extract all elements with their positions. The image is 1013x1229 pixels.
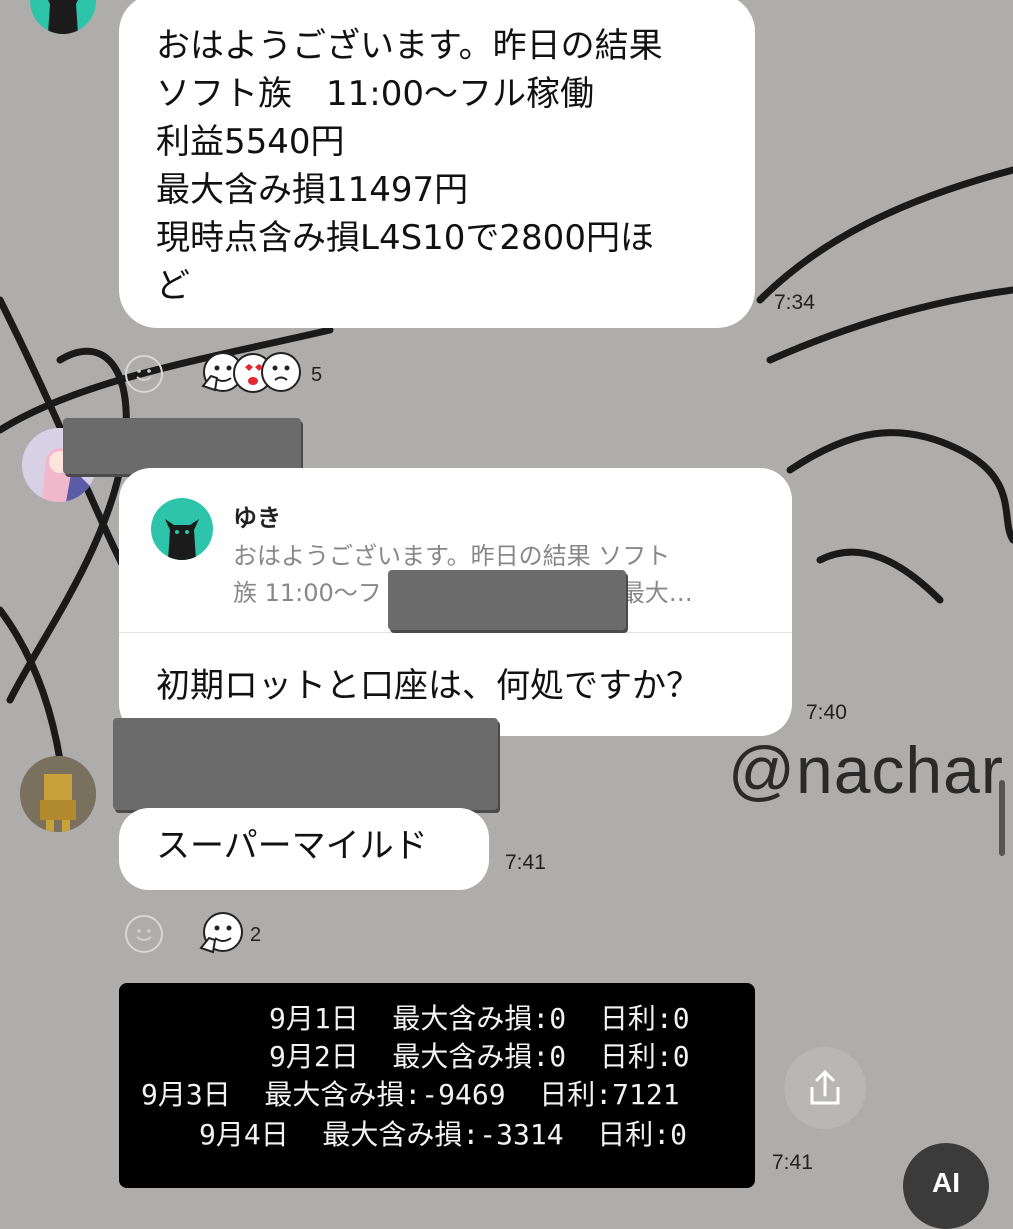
thumbs-up-sticker-icon xyxy=(199,912,243,954)
message-time-3: 7:41 xyxy=(505,851,546,874)
smiley-outline-icon xyxy=(136,929,152,941)
message-text-1: おはようございます。昨日の結果 ソフト族 11:00〜フル稼働 利益5540円 … xyxy=(156,26,663,306)
smiley-outline-icon xyxy=(136,369,152,381)
message-bubble-3[interactable]: スーパーマイルド xyxy=(119,808,489,890)
ai-button[interactable]: AI xyxy=(903,1143,989,1229)
reaction-count-3: 2 xyxy=(250,924,262,946)
image-line-1: 9月1日 最大含み損:0 日利:0 xyxy=(269,1002,690,1035)
reply-divider xyxy=(119,632,792,633)
message-text-2: 初期ロットと口座は、何処ですか？ xyxy=(156,666,700,706)
image-line-4: 9月4日 最大含み損:-3314 日利:0 xyxy=(199,1118,688,1151)
avatar-user-3[interactable] xyxy=(20,756,96,832)
cat-icon xyxy=(165,519,199,560)
scrollbar-thumb[interactable] xyxy=(999,780,1005,856)
reaction-stickers-1[interactable] xyxy=(195,350,305,398)
message-time-1: 7:34 xyxy=(774,291,815,314)
reaction-count-1: 5 xyxy=(311,364,323,386)
message-time-2: 7:40 xyxy=(806,701,847,724)
message-bubble-1[interactable]: おはようございます。昨日の結果 ソフト族 11:00〜フル稼働 利益5540円 … xyxy=(119,0,755,328)
image-line-3: 9月3日 最大含み損:-9469 日利:7121 xyxy=(141,1078,680,1111)
add-reaction-button-1[interactable] xyxy=(125,355,163,393)
reply-avatar-yuki xyxy=(151,498,213,560)
message-text-3: スーパーマイルド xyxy=(156,826,428,866)
watermark-text: @nachar xyxy=(728,733,1004,807)
cropped-top-line xyxy=(149,983,739,993)
share-icon xyxy=(810,1069,840,1105)
redacted-username-3 xyxy=(113,718,498,810)
reaction-stickers-3[interactable] xyxy=(195,910,247,958)
reply-sender-name: ゆき xyxy=(233,504,281,532)
share-button[interactable] xyxy=(784,1047,866,1129)
redacted-username-2 xyxy=(63,418,301,474)
redacted-reply-text xyxy=(388,570,626,630)
image-line-2: 9月2日 最大含み損:0 日利:0 xyxy=(269,1040,690,1073)
robot-figure-avatar-icon xyxy=(20,756,96,832)
sticker-faces-icon xyxy=(201,352,301,393)
message-time-4: 7:41 xyxy=(772,1151,813,1174)
image-message-screenshot[interactable]: 9月1日 最大含み損:0 日利:0 9月2日 最大含み損:0 日利:0 9月3日… xyxy=(119,983,755,1188)
add-reaction-button-3[interactable] xyxy=(125,915,163,953)
